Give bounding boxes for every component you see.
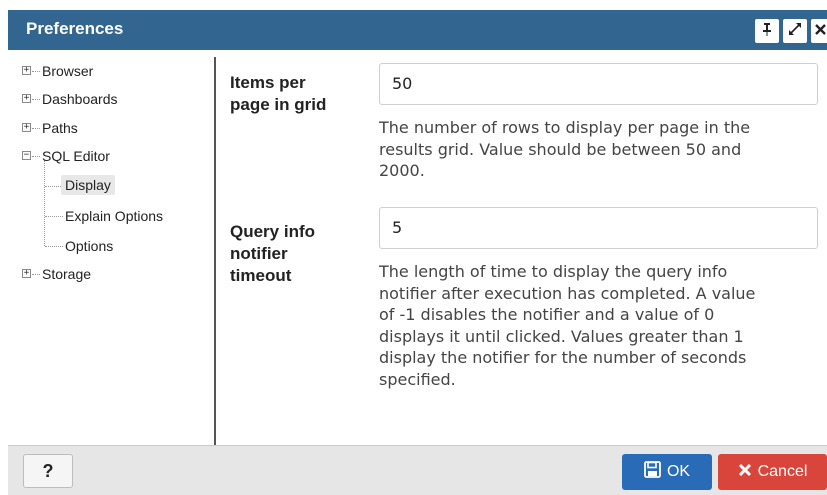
help-button[interactable]: ? (23, 454, 73, 488)
maximize-icon (788, 22, 802, 40)
tree-item-paths[interactable]: Paths (42, 120, 78, 136)
tree-connector (45, 216, 63, 217)
items-per-page-help: The number of rows to display per page i… (379, 118, 751, 180)
expand-storage-icon[interactable]: + (22, 269, 31, 278)
close-icon (738, 463, 752, 482)
close-icon (814, 23, 826, 39)
ok-button[interactable]: OK (622, 454, 712, 490)
tree-item-browser[interactable]: Browser (42, 63, 93, 79)
tree-connector (32, 128, 40, 129)
ok-label: OK (666, 463, 691, 480)
tree-connector (32, 99, 40, 100)
tree-connector (32, 156, 40, 157)
preferences-tree: + Browser + Dashboards + Paths − SQL Edi… (8, 57, 214, 445)
title-bar[interactable]: Preferences (8, 10, 827, 50)
pin-button[interactable] (755, 19, 779, 43)
collapse-sql-editor-icon[interactable]: − (22, 151, 31, 160)
pin-icon (761, 22, 773, 40)
tree-item-dashboards[interactable]: Dashboards (42, 91, 118, 107)
items-per-page-label: Items per page in grid (230, 73, 327, 114)
title-bar-area: Preferences (0, 0, 827, 57)
expand-dashboards-icon[interactable]: + (22, 94, 31, 103)
expand-paths-icon[interactable]: + (22, 123, 31, 132)
query-info-timeout-input[interactable]: 5 (379, 207, 818, 249)
tree-connector (45, 246, 63, 247)
close-button[interactable] (811, 19, 827, 43)
items-per-page-input[interactable]: 50 (379, 63, 818, 105)
panel-divider[interactable] (214, 57, 216, 445)
tree-connector (45, 186, 61, 187)
tree-guide-line (44, 160, 45, 246)
tree-item-storage[interactable]: Storage (42, 266, 91, 282)
cancel-button[interactable]: Cancel (718, 454, 827, 490)
cancel-label: Cancel (757, 463, 808, 480)
tree-item-sql-editor[interactable]: SQL Editor (42, 148, 110, 164)
maximize-button[interactable] (783, 19, 807, 43)
query-info-timeout-label: Query info notifier timeout (230, 222, 316, 285)
tree-connector (32, 274, 40, 275)
expand-browser-icon[interactable]: + (22, 66, 31, 75)
dialog-title: Preferences (26, 19, 124, 38)
preferences-dialog: Preferences + Browser + Dashboards + Pat… (0, 0, 827, 495)
dialog-footer: ? OK Cancel (8, 445, 827, 495)
tree-item-options[interactable]: Options (65, 238, 113, 254)
tree-connector (32, 71, 40, 72)
tree-item-explain-options[interactable]: Explain Options (65, 208, 163, 224)
save-icon (644, 461, 661, 483)
query-info-timeout-help: The length of time to display the query … (379, 262, 756, 389)
tree-item-display[interactable]: Display (61, 175, 115, 195)
